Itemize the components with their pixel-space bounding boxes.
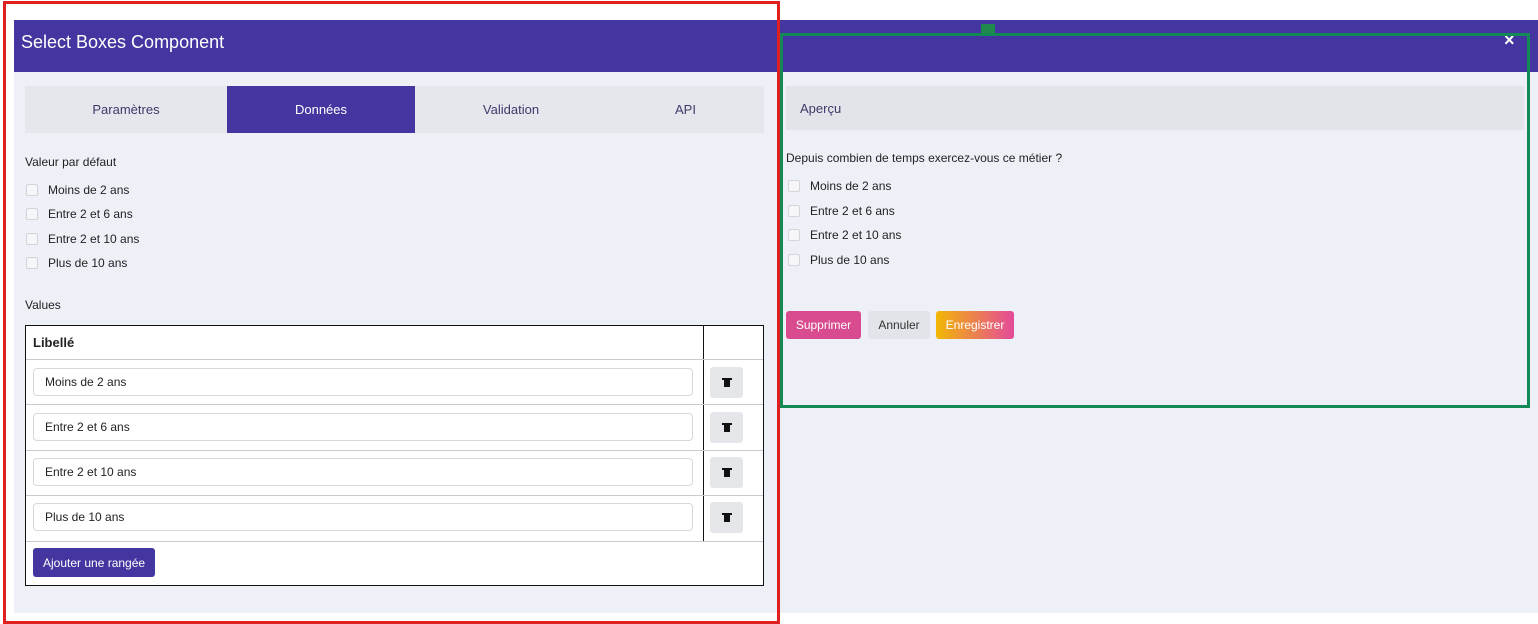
highlight-tab-marker: [981, 24, 995, 33]
highlight-box-green: [780, 33, 1530, 408]
highlight-box-red: [3, 1, 780, 624]
